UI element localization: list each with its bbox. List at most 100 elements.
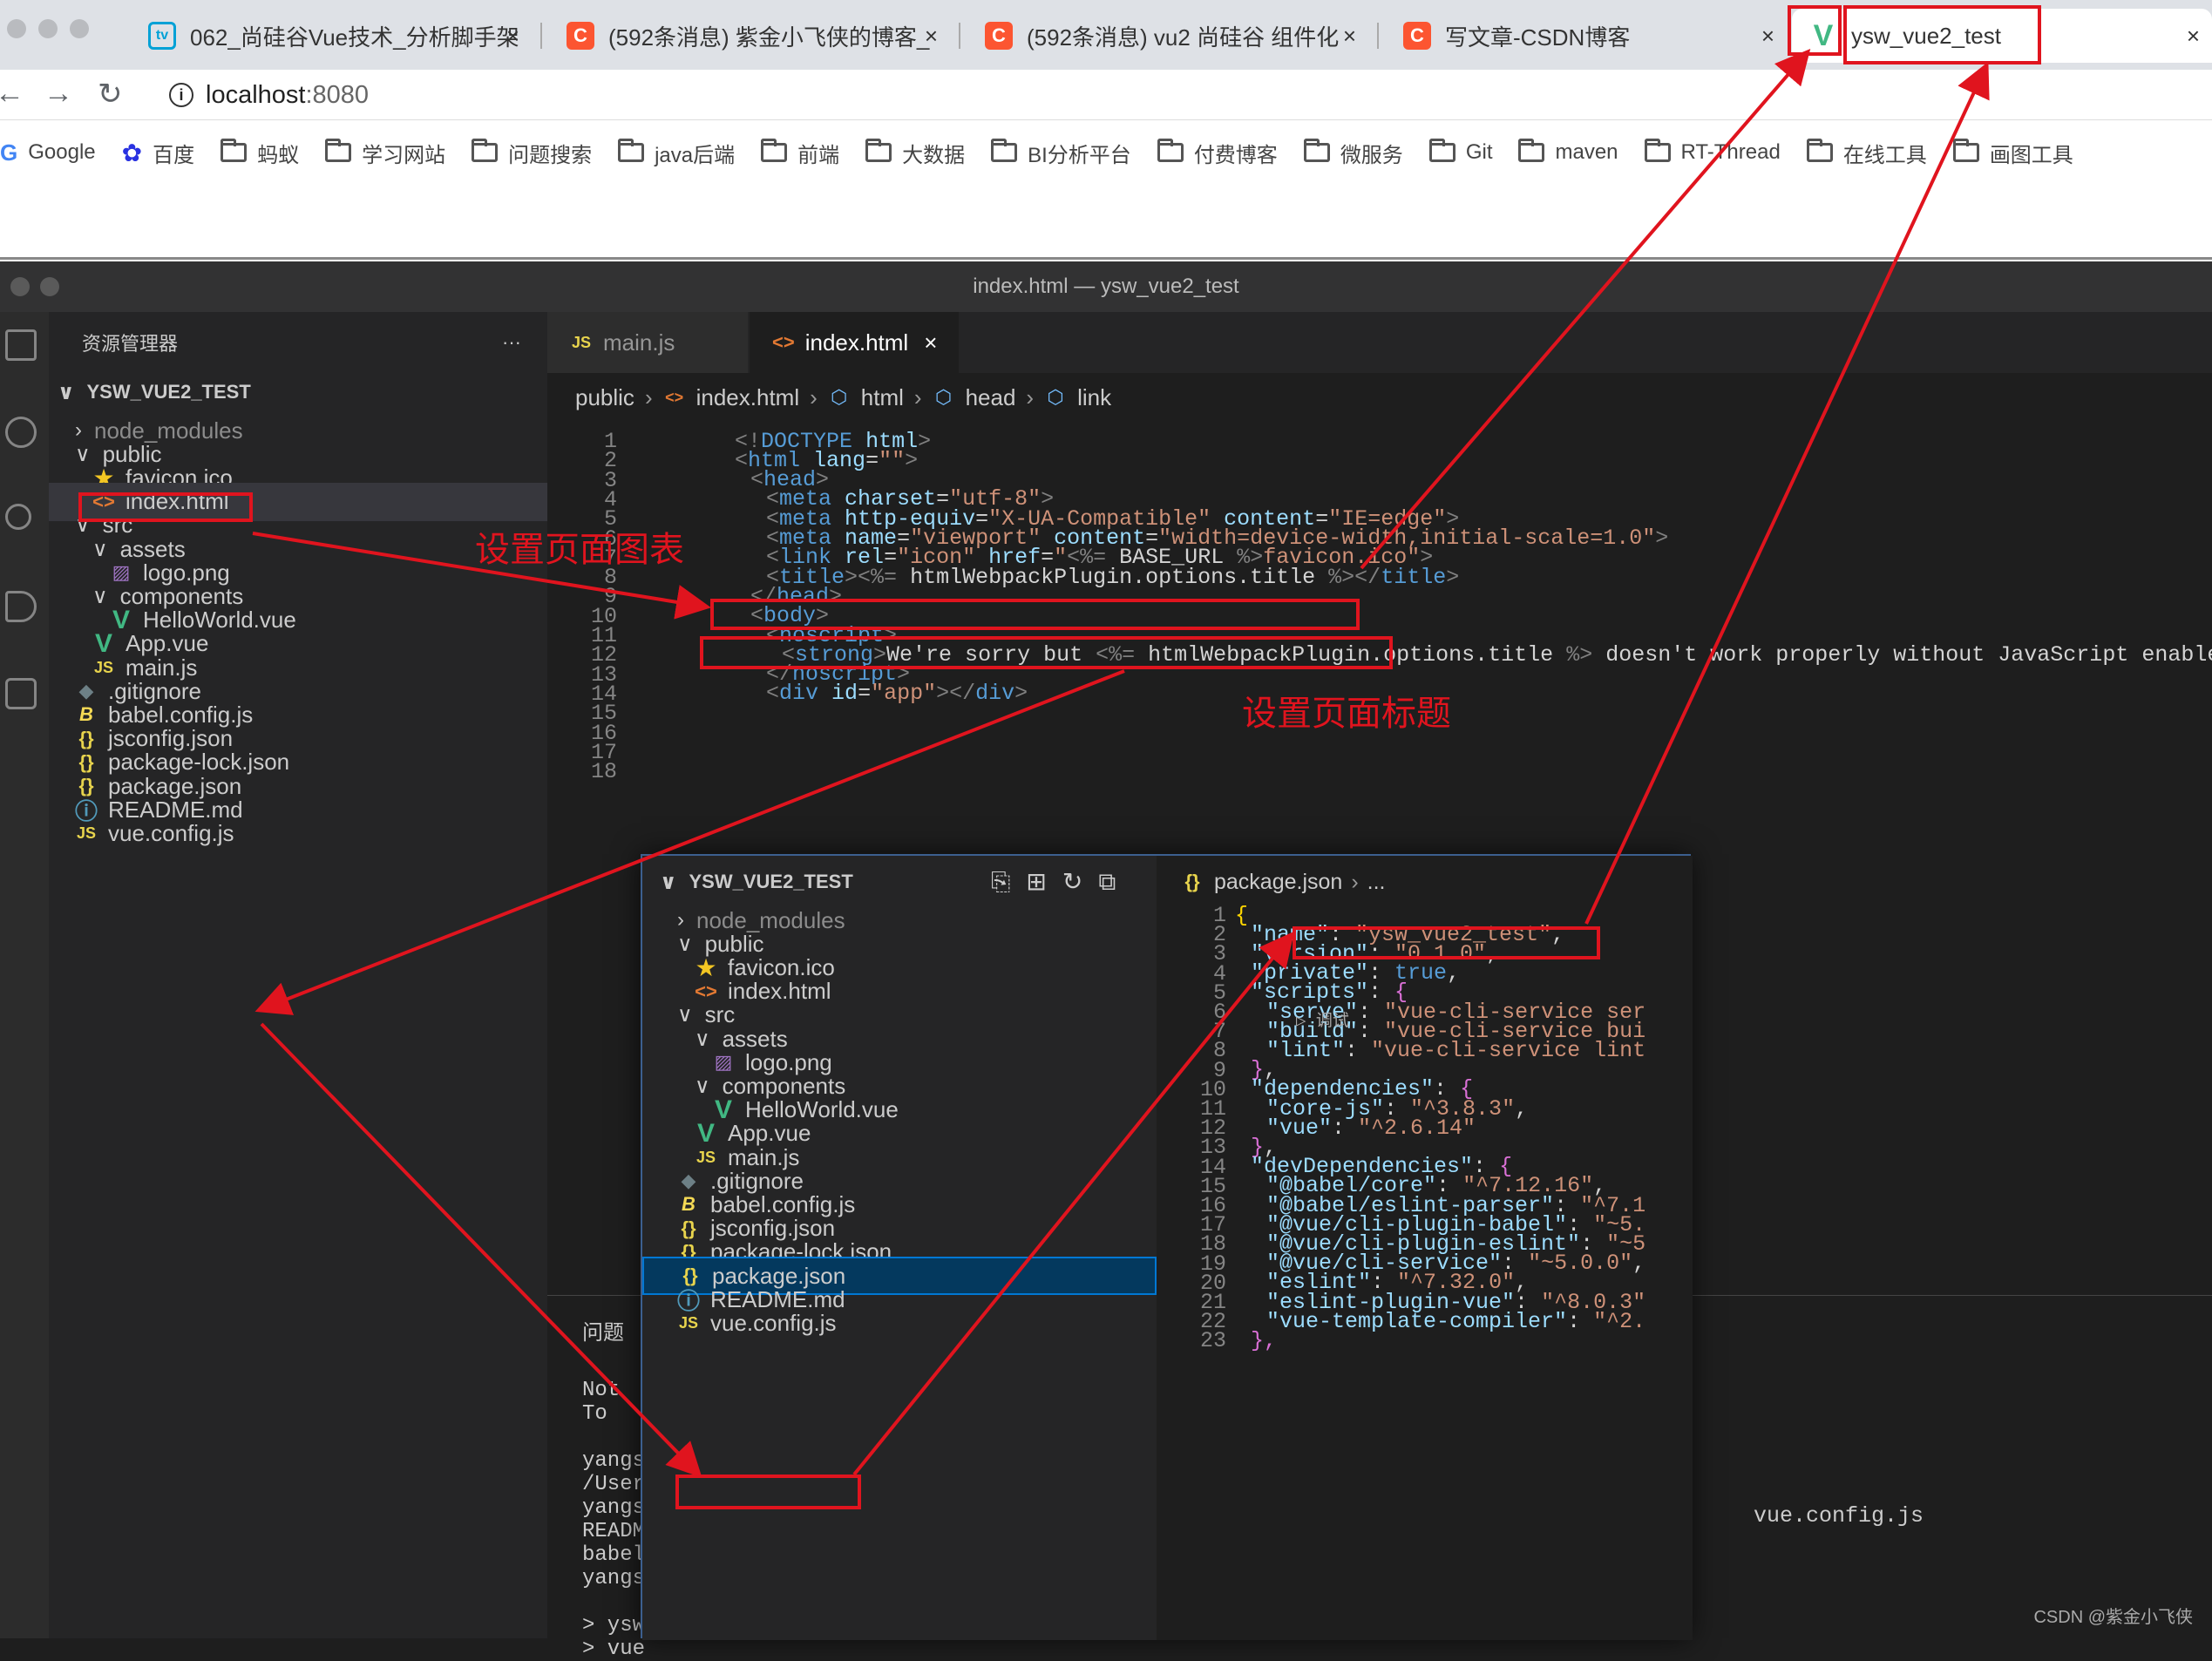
breadcrumb-item[interactable]: package.json: [1214, 870, 1342, 895]
close-icon[interactable]: ×: [1343, 23, 1356, 50]
editor-tab-main-js[interactable]: JS main.js: [547, 312, 748, 373]
codelens-debug[interactable]: ▷ 调试: [1296, 1007, 1349, 1031]
code-token: :: [1345, 1038, 1371, 1063]
browser-tab-title: 062_尚硅谷Vue技术_分析脚手架: [190, 20, 519, 52]
more-actions-icon[interactable]: ···: [502, 331, 521, 354]
close-icon[interactable]: ×: [2187, 23, 2200, 50]
reload-icon[interactable]: ↻: [98, 77, 123, 112]
bookmark-item[interactable]: 问题搜索: [472, 138, 592, 168]
browser-tab-bilibili[interactable]: tv 062_尚硅谷Vue技术_分析脚手架 ×: [131, 9, 532, 63]
breadcrumb-item[interactable]: index.html: [696, 384, 800, 411]
url-bar[interactable]: i localhost:8080: [157, 75, 2161, 115]
code-token: "lint": [1266, 1038, 1345, 1063]
source-control-icon[interactable]: [5, 504, 31, 530]
code-token: %>: [1328, 565, 1354, 590]
google-icon: G: [0, 139, 17, 166]
window-minimize-dot[interactable]: [38, 19, 58, 38]
code-token: ,: [1632, 1251, 1645, 1276]
bookmark-label: 付费博客: [1194, 138, 1278, 168]
line-number: 18: [547, 759, 617, 784]
terminal-line: READM: [582, 1520, 645, 1543]
bookmark-item[interactable]: 画图工具: [1953, 138, 2073, 168]
bookmark-item[interactable]: ✿百度: [122, 138, 194, 168]
refresh-icon[interactable]: ↻: [1062, 868, 1098, 895]
code-token: "~5.0.0": [1528, 1251, 1632, 1276]
code-token: "app": [871, 681, 936, 706]
bookmark-item[interactable]: Git: [1429, 140, 1493, 165]
bookmark-label: 微服务: [1340, 138, 1403, 168]
code-token: >: [1655, 525, 1668, 551]
bookmark-label: 蚂蚁: [257, 138, 299, 168]
bookmark-label: 画图工具: [1990, 138, 2073, 168]
bookmark-item[interactable]: 蚂蚁: [221, 138, 299, 168]
search-icon[interactable]: [5, 417, 37, 448]
code-token: >: [1014, 681, 1028, 706]
breadcrumb-item[interactable]: html: [861, 384, 904, 411]
window-minimize-dot[interactable]: [40, 277, 59, 296]
bookmark-label: 在线工具: [1843, 138, 1927, 168]
bookmark-item[interactable]: GGoogle: [0, 139, 96, 166]
explorer-title: 资源管理器: [82, 329, 178, 356]
bookmark-item[interactable]: 在线工具: [1807, 138, 1927, 168]
breadcrumb-item[interactable]: public: [575, 384, 634, 411]
annotation-box-package-name: [1293, 926, 1600, 959]
extensions-icon[interactable]: [5, 678, 37, 709]
window-close-dot[interactable]: [7, 19, 26, 38]
editor-tab-index-html[interactable]: <> index.html ×: [750, 312, 959, 373]
back-icon[interactable]: ←: [0, 77, 24, 111]
project-root[interactable]: ∨ YSW_VUE2_TEST ⎘⊞↻⧉: [642, 863, 1157, 901]
bookmark-item[interactable]: maven: [1518, 140, 1618, 165]
browser-tab-csdn-1[interactable]: C (592条消息) 紫金小飞侠的博客_ ×: [549, 9, 950, 63]
browser-tab-csdn-2[interactable]: C (592条消息) vu2 尚硅谷 组件化 ×: [967, 9, 1368, 63]
bookmark-item[interactable]: 付费博客: [1157, 138, 1278, 168]
bookmark-item[interactable]: 学习网站: [325, 138, 445, 168]
terminal-line: > ysw: [582, 1614, 645, 1637]
close-icon[interactable]: ×: [925, 23, 938, 50]
folder-icon: [1304, 143, 1330, 162]
code-token: [818, 681, 831, 706]
bookmark-item[interactable]: BI分析平台: [991, 138, 1131, 168]
html-file-icon: <>: [663, 389, 686, 407]
tree-item[interactable]: JSvue.config.js: [642, 1304, 1157, 1342]
project-root[interactable]: ∨ YSW_VUE2_TEST: [49, 373, 547, 411]
window-close-dot[interactable]: [10, 277, 30, 296]
explorer-icon[interactable]: [5, 329, 37, 361]
bookmark-label: 学习网站: [362, 138, 445, 168]
breadcrumb-item[interactable]: head: [966, 384, 1016, 411]
bookmark-item[interactable]: 前端: [761, 138, 839, 168]
bookmark-item[interactable]: 微服务: [1304, 138, 1403, 168]
code-line: <div id="app"></div>: [766, 678, 1028, 709]
folder-icon: [1429, 143, 1455, 162]
run-debug-icon[interactable]: [5, 591, 37, 622]
site-info-icon[interactable]: i: [169, 83, 193, 107]
bookmark-item[interactable]: RT-Thread: [1645, 140, 1781, 165]
close-icon[interactable]: ×: [924, 329, 937, 356]
new-folder-icon[interactable]: ⊞: [1026, 868, 1062, 895]
window-zoom-dot[interactable]: [70, 19, 89, 38]
breadcrumb-item[interactable]: ...: [1367, 870, 1386, 895]
code-line: "vue": "^2.6.14": [1266, 1112, 1476, 1143]
overlay-vscode-window: ∨ YSW_VUE2_TEST ⎘⊞↻⧉ ›node_modules∨publi…: [641, 854, 1691, 1638]
code-token: doesn't work properly without JavaScript…: [1592, 642, 2212, 668]
close-icon[interactable]: ×: [506, 23, 519, 50]
overlay-explorer: ∨ YSW_VUE2_TEST ⎘⊞↻⧉ ›node_modules∨publi…: [642, 856, 1157, 1640]
tree-item[interactable]: JSvue.config.js: [49, 814, 547, 852]
bookmark-item[interactable]: 大数据: [865, 138, 965, 168]
code-token: </: [1354, 565, 1381, 590]
breadcrumb-item[interactable]: link: [1077, 384, 1111, 411]
annotation-box-tab-title: [1843, 5, 2041, 64]
browser-tab-csdn-write[interactable]: C 写文章-CSDN博客 ×: [1386, 9, 1787, 63]
close-icon[interactable]: ×: [1761, 23, 1774, 50]
panel-tab-problems[interactable]: 问题: [582, 1315, 624, 1346]
forward-icon[interactable]: →: [44, 77, 73, 111]
bilibili-icon: tv: [148, 22, 176, 50]
breadcrumb: {} package.json › ...: [1181, 863, 1386, 901]
collapse-icon[interactable]: ⧉: [1098, 868, 1131, 895]
explorer-actions: ⎘⊞↻⧉: [991, 867, 1131, 897]
bookmark-label: java后端: [655, 138, 735, 168]
new-file-icon[interactable]: ⎘: [991, 868, 1026, 895]
bookmark-item[interactable]: java后端: [618, 138, 735, 168]
js-file-icon: JS: [570, 334, 593, 352]
bookmark-label: BI分析平台: [1028, 138, 1131, 168]
code-token: <: [735, 448, 748, 473]
